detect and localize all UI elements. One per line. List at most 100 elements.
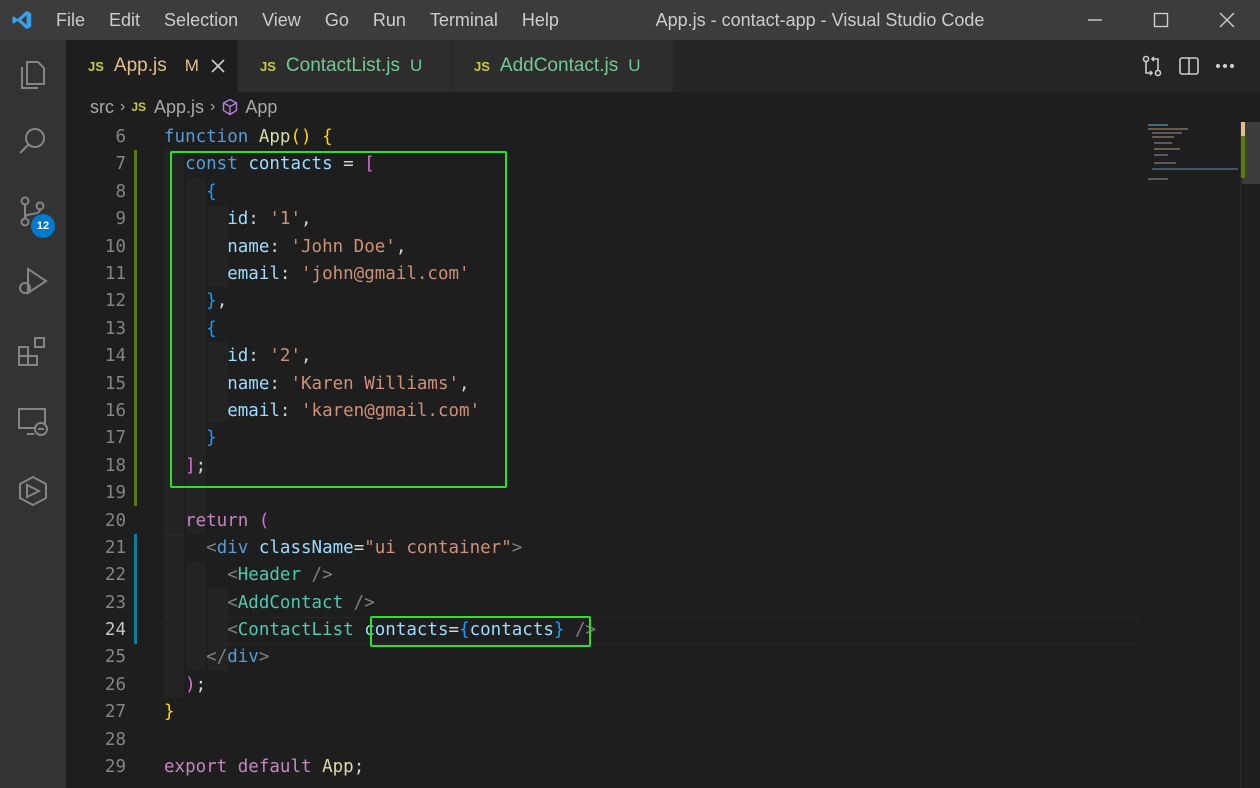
line-number: 15 — [104, 374, 126, 394]
line-number: 21 — [104, 538, 126, 558]
code-line: 20 return ( — [66, 508, 1140, 535]
maximize-button[interactable] — [1128, 0, 1194, 40]
activity-explorer[interactable] — [0, 40, 66, 106]
line-number: 17 — [104, 428, 126, 448]
scroll-marker — [1241, 122, 1245, 136]
minimap-line — [1154, 148, 1180, 150]
contacts-prop-highlight — [370, 616, 591, 647]
line-number: 13 — [104, 319, 126, 339]
line-number: 7 — [115, 154, 126, 174]
code-line: 26 ); — [66, 672, 1140, 699]
compare-changes-icon[interactable] — [1140, 54, 1164, 78]
menu-run[interactable]: Run — [361, 0, 418, 40]
tab-app-js[interactable]: JS App.js M — [66, 40, 238, 92]
activity-run-debug[interactable] — [0, 248, 66, 314]
tab-bar: JS App.js M JS ContactList.js U JS AddCo… — [66, 40, 1260, 92]
tab-status: U — [628, 56, 641, 75]
menu-help[interactable]: Help — [510, 0, 571, 40]
code-line: 23 <AddContact /> — [66, 590, 1140, 617]
vertical-scrollbar[interactable] — [1240, 122, 1260, 788]
menu-go[interactable]: Go — [313, 0, 361, 40]
tab-addcontact-js[interactable]: JS AddContact.js U — [452, 40, 674, 92]
activity-docker[interactable] — [0, 458, 66, 524]
tab-label: App.js — [113, 55, 167, 76]
line-number: 26 — [104, 675, 126, 695]
breadcrumb-file[interactable]: App.js — [154, 97, 204, 118]
code-line: 24 <ContactList contacts={contacts} /> — [66, 617, 1140, 644]
line-number: 18 — [104, 456, 126, 476]
minimize-button[interactable] — [1062, 0, 1128, 40]
line-number: 11 — [104, 264, 126, 284]
line-number: 8 — [115, 182, 126, 202]
activity-search[interactable] — [0, 108, 66, 174]
menu-file[interactable]: File — [44, 0, 97, 40]
activity-extensions[interactable] — [0, 318, 66, 384]
chevron-right-icon: › — [120, 98, 126, 115]
minimap-line — [1148, 124, 1168, 126]
breadcrumb-folder[interactable]: src — [90, 97, 114, 118]
minimap-line — [1154, 162, 1176, 164]
source-control-badge: 12 — [31, 214, 55, 238]
menu-view[interactable]: View — [250, 0, 313, 40]
remote-explorer-icon — [18, 408, 48, 436]
js-file-icon: JS — [88, 58, 104, 74]
code-line: 27} — [66, 699, 1140, 726]
split-editor-icon[interactable] — [1178, 55, 1200, 77]
minimap-line — [1152, 136, 1174, 138]
line-number: 25 — [104, 647, 126, 667]
title-bar: File Edit Selection View Go Run Terminal… — [0, 0, 1260, 40]
minimap[interactable] — [1140, 122, 1240, 202]
line-number: 16 — [104, 401, 126, 421]
more-actions-icon[interactable] — [1214, 55, 1236, 77]
chevron-right-icon: › — [210, 98, 216, 115]
js-file-icon: JS — [260, 58, 276, 74]
line-number: 29 — [104, 757, 126, 777]
line-number: 12 — [104, 291, 126, 311]
breadcrumb: src › JS App.js › App — [66, 92, 1260, 122]
close-tab-icon[interactable] — [211, 59, 225, 73]
contacts-array-highlight — [170, 151, 507, 488]
maximize-icon — [1153, 12, 1169, 28]
line-number: 22 — [104, 565, 126, 585]
line-number: 9 — [115, 209, 126, 229]
js-file-icon: JS — [474, 58, 490, 74]
code-line: 28 — [66, 727, 1140, 754]
minimap-line — [1154, 154, 1168, 156]
code-line: 6 function App() { — [66, 124, 1140, 151]
tab-contactlist-js[interactable]: JS ContactList.js U — [238, 40, 452, 92]
code-line: 22 <Header /> — [66, 562, 1140, 589]
breadcrumb-symbol[interactable]: App — [245, 97, 277, 118]
line-number: 28 — [104, 730, 126, 750]
extensions-icon — [18, 337, 45, 366]
line-number: 20 — [104, 511, 126, 531]
symbol-method-icon — [223, 98, 238, 116]
menu-terminal[interactable]: Terminal — [418, 0, 510, 40]
line-number: 19 — [104, 483, 126, 503]
code-line: 25 </div> — [66, 644, 1140, 671]
line-number: 10 — [104, 237, 126, 257]
activity-remote-explorer[interactable] — [0, 388, 66, 454]
minimap-line — [1152, 132, 1182, 134]
run-debug-icon — [19, 267, 48, 295]
vscode-logo-icon — [0, 0, 44, 40]
menu-edit[interactable]: Edit — [97, 0, 152, 40]
line-number: 23 — [104, 593, 126, 613]
code-line: 21 <div className="ui container"> — [66, 535, 1140, 562]
menu-selection[interactable]: Selection — [152, 0, 250, 40]
activity-bar: 12 — [0, 40, 66, 788]
tab-actions — [1140, 40, 1236, 92]
scroll-marker — [1241, 136, 1245, 178]
line-number: 14 — [104, 346, 126, 366]
code-editor[interactable]: 6 function App() { 7 const contacts = [ 8… — [66, 122, 1260, 788]
explorer-icon — [21, 61, 45, 89]
activity-source-control[interactable]: 12 — [0, 178, 66, 244]
minimap-line — [1154, 142, 1172, 144]
minimap-line — [1148, 128, 1188, 130]
minimize-icon — [1088, 19, 1102, 21]
close-icon — [1219, 12, 1235, 28]
line-number: 27 — [104, 702, 126, 722]
tab-label: ContactList.js — [285, 55, 400, 76]
close-window-button[interactable] — [1194, 0, 1260, 40]
line-number: 6 — [115, 127, 126, 147]
tab-label: AddContact.js — [499, 55, 619, 76]
